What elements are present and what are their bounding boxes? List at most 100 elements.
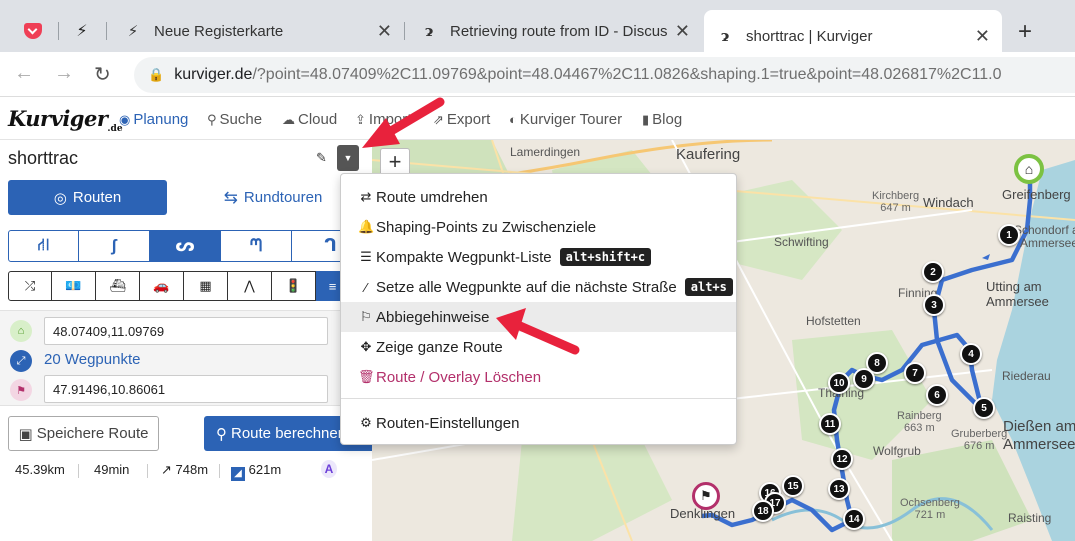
pocket-pinned-tab[interactable] xyxy=(14,10,52,52)
nav-label: Import xyxy=(368,111,412,128)
map-label: Windach xyxy=(923,195,974,210)
stat-ascent: ↗ 748m xyxy=(161,462,208,478)
nav-suche[interactable]: ⚲ Suche xyxy=(207,111,262,128)
user-badge-icon[interactable]: A xyxy=(321,460,337,478)
nav-cloud[interactable]: ☁ Cloud xyxy=(282,111,337,128)
waypoint-marker[interactable]: 13 xyxy=(828,478,850,500)
route-name-title[interactable]: shorttrac xyxy=(8,148,78,169)
menu-item-route-umdrehen[interactable]: ⇄ Route umdrehen xyxy=(341,182,736,212)
signpost-icon: ≡ xyxy=(328,278,337,294)
hill-name: Rainberg xyxy=(897,410,942,422)
tab-separator xyxy=(58,22,59,40)
menu-item-abbiegehinweise[interactable]: ⚐ Abbiegehinweise xyxy=(341,302,736,332)
start-home-marker[interactable]: ⌂ xyxy=(1014,154,1044,184)
kurviger-logo[interactable]: Kurviger.de xyxy=(8,106,123,134)
waypoint-marker[interactable]: 14 xyxy=(843,508,865,530)
curve-3-icon: ᘉ xyxy=(249,236,263,255)
road-option-button[interactable]: ⋀ xyxy=(228,271,272,301)
waypoint-marker[interactable]: 1 xyxy=(998,224,1020,246)
nav-export[interactable]: ⇗ Export xyxy=(433,111,490,128)
waypoint-marker[interactable]: 7 xyxy=(904,362,926,384)
car-option-button[interactable]: 🚗 xyxy=(140,271,184,301)
nav-kurviger-tourer[interactable]: ◐ Kurviger Tourer xyxy=(509,111,622,128)
menu-item-shaping-points[interactable]: 🔔 Shaping-Points zu Zwischenziele xyxy=(341,212,736,242)
menu-item-label: Shaping-Points zu Zwischenziele xyxy=(376,218,597,236)
kurviger-favicon-icon: ɂ xyxy=(424,22,434,40)
waypoint-marker[interactable]: 11 xyxy=(819,413,841,435)
waypoints-count-link[interactable]: 20 Wegpunkte xyxy=(44,351,140,368)
waypoint-marker[interactable]: 15 xyxy=(782,475,804,497)
url-field[interactable]: 🔒 kurviger.de/?point=48.07409%2C11.09769… xyxy=(134,57,1075,93)
tab-discuss[interactable]: ɂ Retrieving route from ID - Discuss ✕ xyxy=(408,10,702,52)
nav-blog[interactable]: ▮ Blog xyxy=(642,111,682,128)
home-icon: ⌂ xyxy=(1024,161,1034,177)
zoom-in-button[interactable]: + xyxy=(380,148,410,176)
map-label: Riederau xyxy=(1002,369,1051,383)
menu-item-zeige-route[interactable]: ✥ Zeige ganze Route xyxy=(341,332,736,362)
close-tab-icon[interactable]: ✕ xyxy=(377,21,392,42)
stat-value: 621m xyxy=(248,462,282,477)
shortcut-badge: alt+shift+c xyxy=(559,248,652,266)
curvy-mode-button[interactable]: ᔕ xyxy=(150,230,221,262)
hill-elevation: 663 m xyxy=(904,422,935,434)
route-menu-dropdown-button[interactable]: ▼ xyxy=(337,145,359,171)
stat-max-elevation: ◢ 621m xyxy=(231,462,281,481)
end-flag-marker[interactable]: ⚑ xyxy=(692,482,720,510)
hill-elevation: 676 m xyxy=(963,440,995,452)
menu-item-routen-einstellungen[interactable]: ⚙ Routen-Einstellungen xyxy=(341,408,736,438)
waypoint-marker[interactable]: 5 xyxy=(973,397,995,419)
waypoint-marker[interactable]: 6 xyxy=(926,384,948,406)
nav-planung[interactable]: ◉ Planung xyxy=(119,111,188,128)
map-label-hill: Gruberberg 676 m xyxy=(951,428,1007,452)
kurviger-favicon-icon: ɂ xyxy=(720,27,730,45)
menu-item-label: Route umdrehen xyxy=(376,188,488,206)
nav-label: Export xyxy=(446,111,491,128)
money-icon: 💶 xyxy=(65,278,82,293)
shuffle-option-button[interactable]: ⤮ xyxy=(8,271,52,301)
map-label: Ammersee xyxy=(1020,236,1075,250)
waypoint-marker[interactable]: 10 xyxy=(828,372,850,394)
ferry-option-button[interactable]: ⛴ xyxy=(96,271,140,301)
reload-icon[interactable]: ↻ xyxy=(94,62,111,87)
close-tab-icon[interactable]: ✕ xyxy=(675,21,690,42)
new-tab-button[interactable]: + xyxy=(1018,18,1032,46)
lightning-icon: ⚡ xyxy=(127,23,139,40)
highway-mode-button[interactable]: ⛙ xyxy=(8,230,79,262)
button-label: Routen xyxy=(72,189,122,206)
magic-wand-icon: ⁄ xyxy=(364,279,368,295)
waypoint-marker[interactable]: 9 xyxy=(853,368,875,390)
waypoint-marker[interactable]: 4 xyxy=(960,343,982,365)
hill-name: Kirchberg xyxy=(872,190,920,202)
menu-item-snap-waypoints[interactable]: ⁄ Setze alle Wegpunkte auf die nächste St… xyxy=(341,272,736,302)
back-arrow-icon[interactable]: ← xyxy=(14,62,34,85)
waypoint-marker[interactable]: 3 xyxy=(923,294,945,316)
slight-curves-button[interactable]: ʃ xyxy=(79,230,150,262)
lightning-pinned-tab[interactable]: ⚡ xyxy=(64,10,100,52)
close-tab-icon[interactable]: ✕ xyxy=(975,26,990,47)
end-point-input[interactable] xyxy=(44,375,328,403)
list-icon: ☰ xyxy=(360,249,372,264)
routen-mode-button[interactable]: ◎ Routen xyxy=(8,180,167,215)
lock-icon: 🔒 xyxy=(148,67,165,82)
tunnel-option-button[interactable]: ▦ xyxy=(184,271,228,301)
menu-item-kompakte-liste[interactable]: ☰ Kompakte Wegpunkt-Liste alt+shift+c xyxy=(341,242,736,272)
forward-arrow-icon[interactable]: → xyxy=(54,62,74,85)
traffic-light-option-button[interactable]: 🚦 xyxy=(272,271,316,301)
very-curvy-button[interactable]: ᘉ xyxy=(221,230,292,262)
expand-waypoints-icon[interactable]: ⤢ xyxy=(10,350,32,372)
stat-separator xyxy=(78,464,79,478)
nav-import[interactable]: ⇪ Import xyxy=(355,111,411,128)
curviness-selector: ⛙ ʃ ᔕ ᘉ ᒉ xyxy=(8,230,370,262)
tab-neue-registerkarte[interactable]: ⚡ Neue Registerkarte ✕ xyxy=(112,10,404,52)
pencil-edit-icon[interactable]: ✎ xyxy=(316,150,327,166)
waypoint-marker[interactable]: 2 xyxy=(922,261,944,283)
waypoint-marker[interactable]: 12 xyxy=(831,448,853,470)
toll-option-button[interactable]: 💶 xyxy=(52,271,96,301)
waypoint-marker[interactable]: 18 xyxy=(752,500,774,522)
menu-item-route-loeschen[interactable]: 🗑 Route / Overlay Löschen xyxy=(341,362,736,392)
start-point-input[interactable] xyxy=(44,317,328,345)
map-label-hill: Ochsenberg 721 m xyxy=(900,497,960,521)
rundtouren-mode-button[interactable]: ⇆ Rundtouren xyxy=(198,180,348,215)
floppy-disk-icon: ▣ xyxy=(18,425,33,443)
save-route-button[interactable]: ▣ Speichere Route xyxy=(8,416,159,451)
